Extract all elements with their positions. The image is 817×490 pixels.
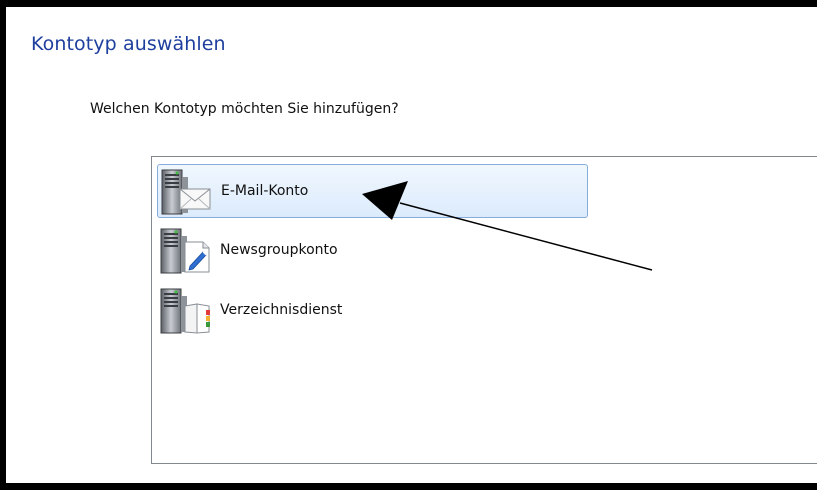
list-item-label: Newsgroupkonto <box>220 242 338 258</box>
server-newsgroup-icon <box>160 228 210 274</box>
account-type-question: Welchen Kontotyp möchten Sie hinzufügen? <box>90 101 399 117</box>
server-directory-icon <box>160 288 210 334</box>
list-item-label: Verzeichnisdienst <box>220 302 343 318</box>
page-title: Kontotyp auswählen <box>31 33 226 55</box>
list-item-label: E-Mail-Konto <box>221 183 309 199</box>
list-item-directory-service[interactable]: Verzeichnisdienst <box>157 284 588 338</box>
list-item-newsgroup-account[interactable]: Newsgroupkonto <box>157 224 588 278</box>
list-item-email-account[interactable]: E-Mail-Konto <box>157 164 588 218</box>
server-mail-icon <box>161 169 211 215</box>
